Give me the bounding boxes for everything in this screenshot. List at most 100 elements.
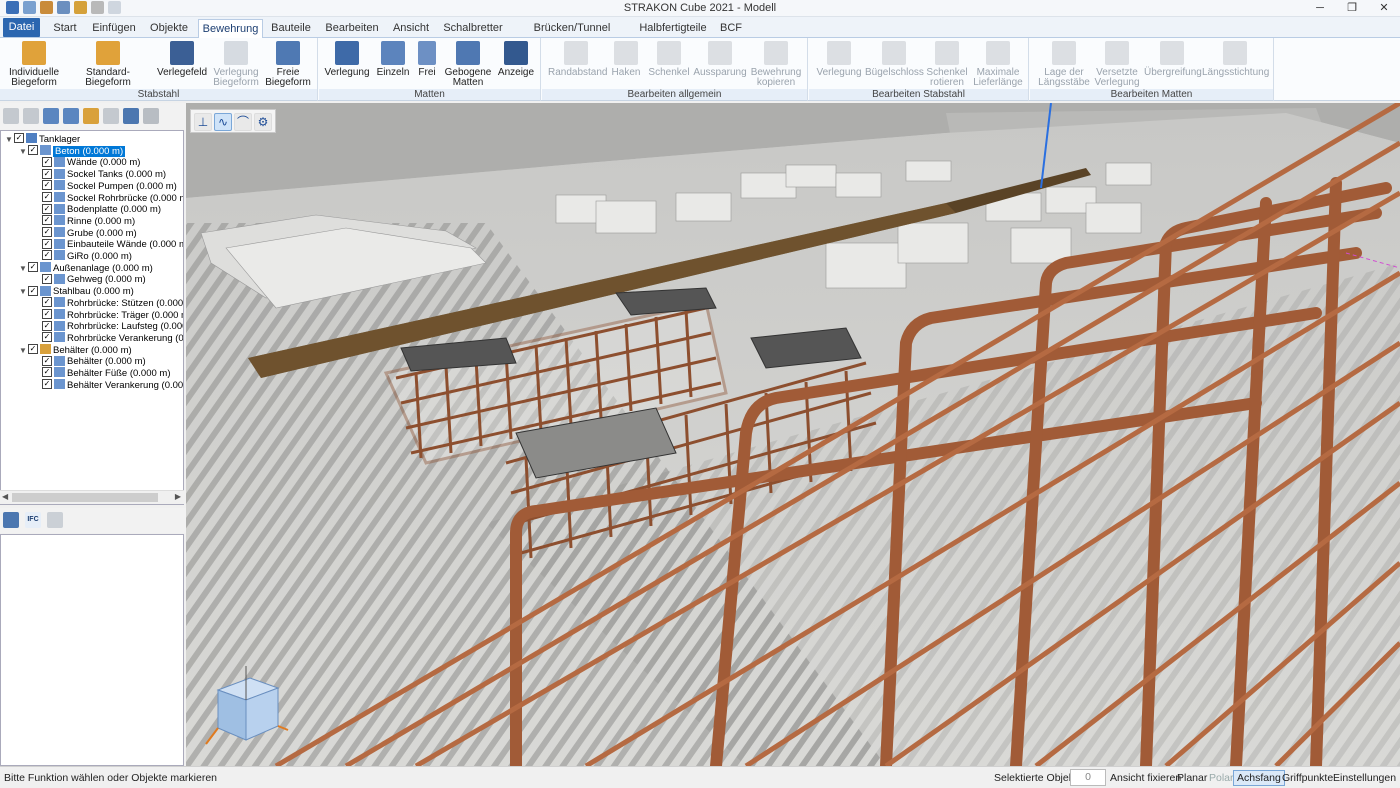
- expand-arrow-icon[interactable]: ▼: [19, 146, 28, 158]
- tab-bearbeiten[interactable]: Bearbeiten: [321, 19, 383, 38]
- matten-verlegung-button[interactable]: Verlegung: [323, 41, 371, 78]
- verlegung-biegeform-button[interactable]: Verlegung Biegeform: [210, 41, 262, 88]
- versetzte-verlegung-button[interactable]: Versetzte Verlegung: [1092, 41, 1142, 88]
- tab-ansicht[interactable]: Ansicht: [388, 19, 434, 38]
- visibility-icon[interactable]: [123, 108, 139, 124]
- visibility-checkbox[interactable]: ✓: [28, 344, 38, 355]
- tree-node[interactable]: ✓ Grube (0.000 m): [33, 227, 137, 240]
- delete-icon[interactable]: [103, 108, 119, 124]
- visibility-checkbox[interactable]: ✓: [42, 308, 52, 319]
- visibility-checkbox[interactable]: ✓: [14, 133, 24, 144]
- tree-node[interactable]: ✓ Einbauteile Wände (0.000 m): [33, 238, 183, 251]
- tree-node[interactable]: ✓ Rohrbrücke: Stützen (0.000 m): [33, 297, 183, 310]
- visibility-checkbox[interactable]: ✓: [28, 145, 38, 156]
- scroll-right-icon[interactable]: ▶: [175, 492, 181, 501]
- visibility-checkbox[interactable]: ✓: [42, 180, 52, 191]
- uebergreifung-button[interactable]: Übergreifung: [1144, 41, 1202, 78]
- visibility-checkbox[interactable]: ✓: [42, 320, 52, 331]
- 3d-viewport[interactable]: [186, 103, 1400, 766]
- stabstahl-verlegung-button[interactable]: Verlegung: [815, 41, 863, 78]
- tab-einfuegen[interactable]: Einfügen: [88, 19, 140, 38]
- snap-settings-icon[interactable]: ⚙: [254, 113, 272, 131]
- expand-arrow-icon[interactable]: ▼: [19, 263, 28, 275]
- move-top-icon[interactable]: [23, 108, 39, 124]
- navigation-cube[interactable]: [200, 660, 290, 755]
- visibility-checkbox[interactable]: ✓: [42, 203, 52, 214]
- add-model-icon[interactable]: [3, 512, 19, 528]
- tree-node[interactable]: ✓ Behälter Verankerung (0.000 m): [33, 379, 183, 392]
- achsfang-toggle[interactable]: Achsfang: [1233, 770, 1285, 786]
- aussparung-button[interactable]: Aussparung: [692, 41, 748, 78]
- tab-bewehrung[interactable]: Bewehrung: [198, 19, 263, 38]
- tree-node[interactable]: ✓ Rohrbrücke Verankerung (0.000 m): [33, 332, 183, 345]
- schenkel-button[interactable]: Schenkel: [646, 41, 692, 78]
- tree-node[interactable]: ✓ Gehweg (0.000 m): [33, 273, 146, 286]
- gebogene-matten-button[interactable]: Gebogene Matten: [443, 41, 493, 88]
- polyline-icon[interactable]: ∿: [214, 113, 232, 131]
- standard-biegeform-button[interactable]: Standard-Biegeform: [66, 41, 150, 88]
- tab-datei[interactable]: Datei: [3, 18, 40, 37]
- visibility-checkbox[interactable]: ✓: [42, 238, 52, 249]
- expand-arrow-icon[interactable]: ▼: [5, 134, 14, 146]
- tab-objekte[interactable]: Objekte: [144, 19, 194, 38]
- bewehrung-kopieren-button[interactable]: Bewehrung kopieren: [748, 41, 804, 88]
- ifc-import-icon[interactable]: IFC: [25, 512, 41, 528]
- visibility-checkbox[interactable]: ✓: [42, 191, 52, 202]
- ansicht-fixieren-toggle[interactable]: Ansicht fixieren: [1110, 772, 1181, 784]
- lage-der-laengsstaebe-button[interactable]: Lage der Längsstäbe: [1036, 41, 1092, 88]
- visibility-checkbox[interactable]: ✓: [42, 156, 52, 167]
- visibility-checkbox[interactable]: ✓: [42, 250, 52, 261]
- visibility-checkbox[interactable]: ✓: [42, 332, 52, 343]
- tree-node[interactable]: ✓ Rinne (0.000 m): [33, 215, 135, 228]
- restore-icon[interactable]: ❐: [1336, 0, 1368, 17]
- visibility-checkbox[interactable]: ✓: [28, 285, 38, 296]
- planar-toggle[interactable]: Planar: [1177, 772, 1207, 784]
- layers-icon[interactable]: [143, 108, 159, 124]
- tree-node[interactable]: ✓ Bodenplatte (0.000 m): [33, 203, 161, 216]
- tree-node[interactable]: ▼ ✓ Beton (0.000 m): [19, 145, 126, 158]
- tab-bcf[interactable]: BCF: [714, 19, 748, 38]
- tree-node[interactable]: ▼ ✓ Außenanlage (0.000 m): [19, 262, 153, 275]
- visibility-checkbox[interactable]: ✓: [42, 215, 52, 226]
- tree-horizontal-scrollbar[interactable]: ◀ ▶: [0, 490, 184, 504]
- tab-schalbretter[interactable]: Schalbretter: [440, 19, 506, 38]
- schenkel-rotieren-button[interactable]: Schenkel rotieren: [925, 41, 969, 88]
- close-icon[interactable]: ✕: [1368, 0, 1400, 17]
- buegelschloss-button[interactable]: Bügelschloss: [865, 41, 924, 78]
- maximale-lieferlaenge-button[interactable]: Maximale Lieferlänge: [971, 41, 1025, 88]
- tab-start[interactable]: Start: [46, 19, 84, 38]
- visibility-checkbox[interactable]: ✓: [42, 273, 52, 284]
- haken-button[interactable]: Haken: [606, 41, 646, 78]
- griffpunkte-toggle[interactable]: Griffpunkte: [1282, 772, 1333, 784]
- level-up-icon[interactable]: [43, 108, 59, 124]
- matten-einzeln-button[interactable]: Einzeln: [373, 41, 413, 78]
- visibility-checkbox[interactable]: ✓: [42, 297, 52, 308]
- freie-biegeform-button[interactable]: Freie Biegeform: [262, 41, 314, 88]
- minimize-icon[interactable]: ─: [1304, 0, 1336, 17]
- tree-node[interactable]: ✓ Sockel Pumpen (0.000 m): [33, 180, 177, 193]
- visibility-checkbox[interactable]: ✓: [42, 379, 52, 390]
- tree-node[interactable]: ▼ ✓ Behälter (0.000 m): [19, 344, 132, 357]
- remove-icon[interactable]: [47, 512, 63, 528]
- individuelle-biegeform-button[interactable]: Individuelle Biegeform: [4, 41, 64, 88]
- expand-arrow-icon[interactable]: ▼: [19, 345, 28, 357]
- tab-bauteile[interactable]: Bauteile: [267, 19, 315, 38]
- scroll-left-icon[interactable]: ◀: [2, 492, 8, 501]
- visibility-checkbox[interactable]: ✓: [42, 367, 52, 378]
- arc-icon[interactable]: ⌒: [234, 113, 252, 131]
- tree-node[interactable]: ✓ Sockel Tanks (0.000 m): [33, 168, 166, 181]
- visibility-checkbox[interactable]: ✓: [42, 227, 52, 238]
- einstellungen-button[interactable]: Einstellungen: [1333, 772, 1396, 784]
- matten-anzeige-button[interactable]: Anzeige: [495, 41, 537, 78]
- expand-arrow-icon[interactable]: ▼: [19, 286, 28, 298]
- polar-toggle[interactable]: Polar: [1209, 772, 1234, 784]
- tree-node[interactable]: ▼ ✓ Stahlbau (0.000 m): [19, 285, 134, 298]
- tab-halbfertigteile[interactable]: Halbfertigteile: [638, 19, 708, 38]
- tab-bruecken-tunnel-designer[interactable]: Brücken/Tunnel Designer: [512, 19, 632, 52]
- randabstand-button[interactable]: Randabstand: [548, 41, 608, 78]
- verlegefeld-button[interactable]: Verlegefeld: [154, 41, 210, 78]
- visibility-checkbox[interactable]: ✓: [28, 262, 38, 273]
- tree-node[interactable]: ✓ Rohrbrücke: Laufsteg (0.000 m): [33, 320, 183, 333]
- level-down-icon[interactable]: [63, 108, 79, 124]
- plane-icon[interactable]: ⊥: [194, 113, 212, 131]
